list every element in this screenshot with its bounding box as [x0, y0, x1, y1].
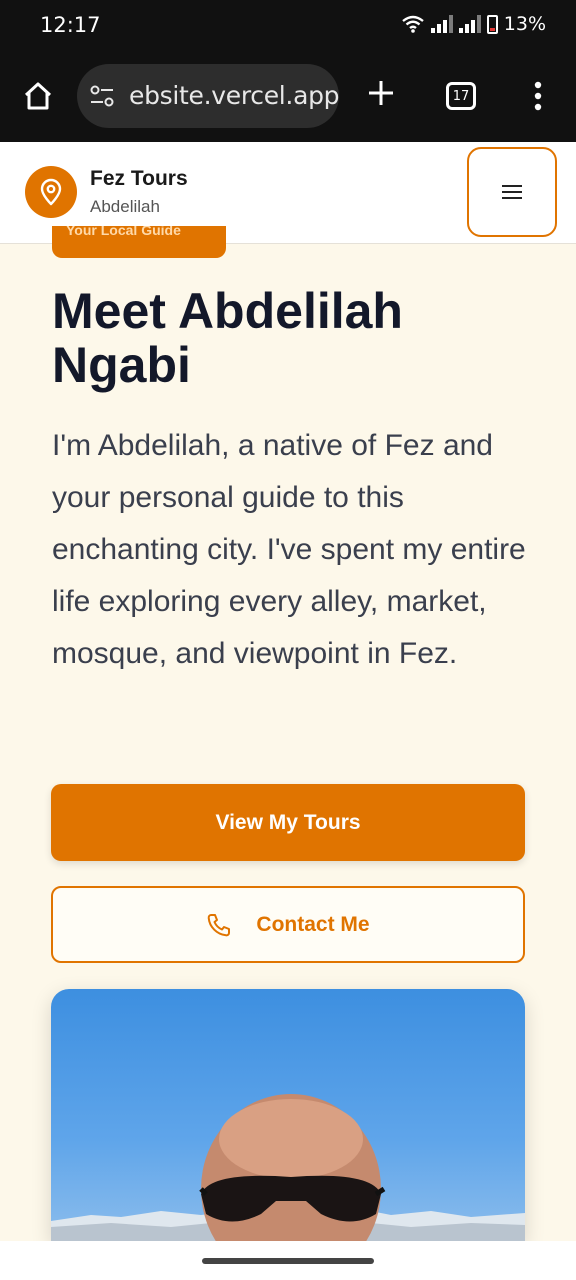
- url-bar[interactable]: ebsite.vercel.app: [77, 64, 339, 128]
- system-nav-bar: [0, 1241, 576, 1280]
- brand-title[interactable]: Fez Tours: [90, 167, 188, 191]
- status-time: 12:17: [40, 13, 101, 37]
- view-tours-button[interactable]: View My Tours: [51, 784, 525, 861]
- menu-button[interactable]: [467, 147, 557, 237]
- menu-icon: [502, 181, 522, 203]
- hero-description: I'm Abdelilah, a native of Fez and your …: [52, 429, 526, 670]
- tabs-icon[interactable]: 17: [446, 82, 476, 110]
- brand-subtitle: Abdelilah: [90, 197, 160, 216]
- phone-icon: [208, 913, 231, 936]
- more-vert-icon[interactable]: [530, 80, 546, 112]
- guide-photo-illustration: [51, 1094, 525, 1241]
- hero-badge-text: Your Local Guide: [66, 226, 181, 238]
- url-text[interactable]: ebsite.vercel.app: [129, 81, 339, 110]
- browser-toolbar: ebsite.vercel.app 17: [0, 52, 576, 142]
- hero-title: Meet Abdelilah Ngabi: [52, 283, 403, 393]
- contact-button[interactable]: Contact Me: [51, 886, 525, 963]
- hero-badge: Your Local Guide: [52, 226, 226, 258]
- gesture-handle[interactable]: [202, 1258, 374, 1264]
- wifi-icon: [402, 15, 424, 33]
- logo[interactable]: [25, 166, 77, 218]
- view-tours-label: View My Tours: [215, 810, 361, 834]
- home-icon[interactable]: [22, 80, 54, 112]
- site-settings-icon[interactable]: [89, 84, 115, 108]
- map-pin-icon: [40, 178, 62, 206]
- status-icons: 13%: [401, 13, 546, 35]
- status-bar: 12:17 13%: [0, 0, 576, 52]
- battery-icon: [486, 14, 498, 34]
- signal-icon-2: [458, 15, 481, 33]
- battery-percent: 13%: [503, 13, 546, 35]
- contact-label: Contact Me: [256, 912, 370, 936]
- plus-icon[interactable]: [366, 78, 396, 108]
- signal-icon: [430, 15, 453, 33]
- guide-photo: [51, 989, 525, 1241]
